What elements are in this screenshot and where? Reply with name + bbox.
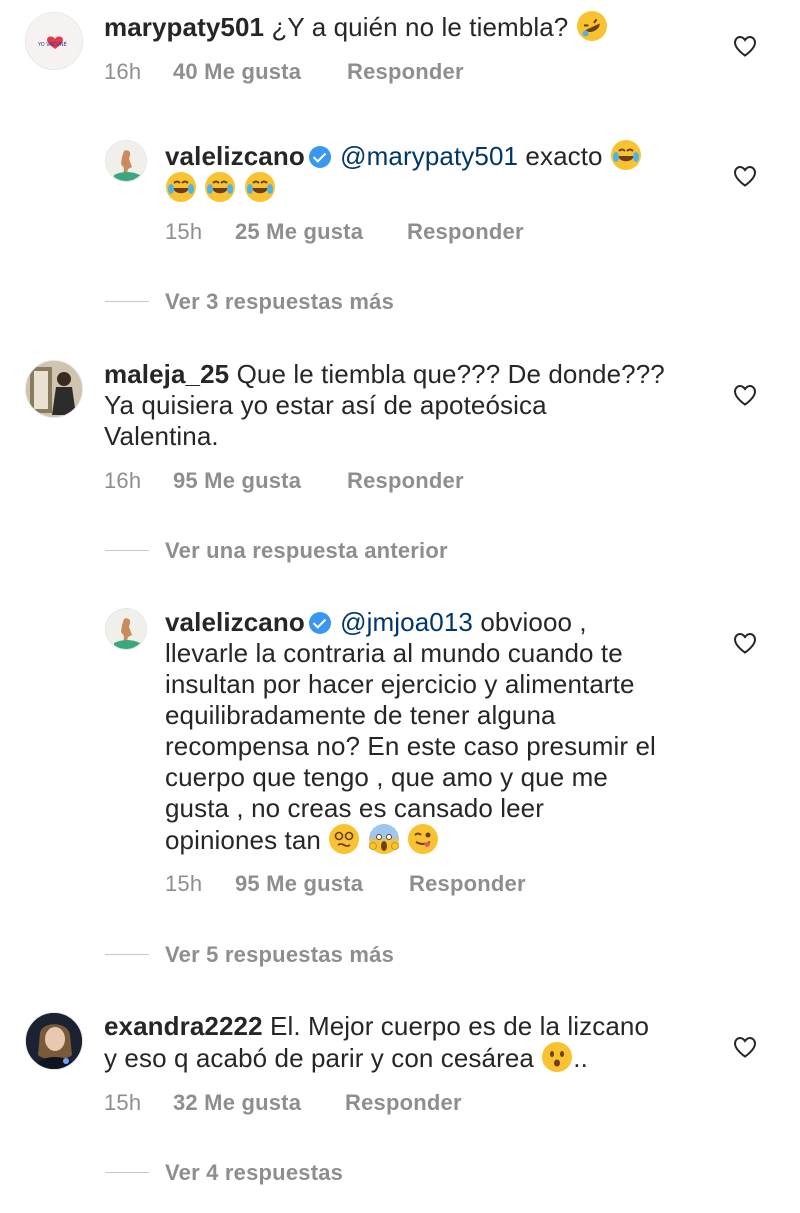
avatar[interactable] bbox=[105, 140, 147, 182]
comment-body: maleja_25 Que le tiembla que??? De donde… bbox=[104, 359, 724, 452]
comment-text-line: Valentina. bbox=[104, 421, 219, 451]
avatar[interactable] bbox=[105, 608, 147, 650]
comment-time: 16h bbox=[104, 59, 142, 84]
tears-of-joy-emoji-icon bbox=[610, 140, 641, 170]
verified-badge-icon bbox=[308, 612, 331, 634]
heart-icon[interactable] bbox=[733, 384, 757, 406]
comment-time: 15h bbox=[104, 1090, 142, 1115]
tears-of-joy-emoji-icon bbox=[166, 172, 196, 202]
comment-body: marypaty501 ¿Y a quién no le tiembla? bbox=[104, 11, 724, 43]
comment-text-line: llevarle la contraria al mundo cuando te bbox=[165, 638, 623, 668]
heart-icon[interactable] bbox=[733, 632, 757, 654]
reply-button[interactable]: Responder bbox=[409, 871, 526, 897]
comment-username[interactable]: maleja_25 bbox=[104, 359, 229, 389]
tears-of-joy-emoji-icon bbox=[244, 172, 275, 202]
comment-username[interactable]: valelizcano bbox=[165, 607, 305, 637]
comment-text-line: El. Mejor cuerpo es de la lizcano bbox=[270, 1011, 650, 1041]
comment-text: ¿Y a quién no le tiembla? bbox=[271, 12, 569, 42]
avatar[interactable] bbox=[25, 360, 83, 418]
divider bbox=[105, 1172, 149, 1173]
avatar-logo-text: YO VACUNÉ bbox=[37, 40, 67, 48]
comment-text-line: Ya quisiera yo estar así de apoteósica bbox=[104, 390, 547, 420]
reply-button[interactable]: Responder bbox=[347, 59, 464, 85]
divider bbox=[105, 550, 149, 551]
comment-text-line: Que le tiembla que??? De donde??? bbox=[236, 359, 665, 389]
comment-time: 16h bbox=[104, 468, 142, 493]
comment-text-line: recompensa no? En este caso presumir el bbox=[165, 731, 656, 761]
like-count[interactable]: 32 Me gusta bbox=[173, 1090, 301, 1116]
like-count[interactable]: 95 Me gusta bbox=[235, 871, 363, 897]
comment-text: exacto bbox=[525, 141, 603, 171]
comment-username[interactable]: exandra2222 bbox=[104, 1011, 263, 1041]
heart-icon[interactable] bbox=[733, 35, 757, 57]
comment-text-line: .. bbox=[573, 1043, 588, 1073]
comment-text-line: cuerpo que tengo , que amo y que me bbox=[165, 762, 608, 792]
comment-text-line: y eso q acabó de parir y con cesárea bbox=[104, 1043, 534, 1073]
verified-badge-icon bbox=[308, 146, 331, 168]
comment-text-line: gusta , no creas es cansado leer bbox=[165, 793, 544, 823]
like-count[interactable]: 25 Me gusta bbox=[235, 219, 363, 245]
comment-username[interactable]: marypaty501 bbox=[104, 12, 264, 42]
heart-icon[interactable] bbox=[733, 1036, 757, 1058]
comment-text-line: obviooo , bbox=[480, 607, 587, 637]
comment-body: valelizcano @jmjoa013 obviooo , llevarle… bbox=[165, 607, 725, 856]
mention-link[interactable]: @jmjoa013 bbox=[340, 607, 473, 637]
comment-time: 15h bbox=[165, 219, 203, 244]
like-count[interactable]: 40 Me gusta bbox=[173, 59, 301, 85]
heart-icon[interactable] bbox=[733, 165, 757, 187]
hushed-face-emoji-icon bbox=[542, 1042, 573, 1072]
screaming-face-emoji-icon bbox=[368, 824, 399, 854]
reply-button[interactable]: Responder bbox=[347, 468, 464, 494]
tears-of-joy-emoji-icon bbox=[205, 172, 236, 202]
like-count[interactable]: 95 Me gusta bbox=[173, 468, 301, 494]
view-more-label[interactable]: Ver 4 respuestas bbox=[165, 1160, 343, 1186]
mention-link[interactable]: @marypaty501 bbox=[340, 141, 518, 171]
comment-text-line: equilibradamente de tener alguna bbox=[165, 700, 556, 730]
comment-text-line: insultan por hacer ejercicio y alimentar… bbox=[165, 669, 635, 699]
divider bbox=[105, 301, 149, 302]
comment-username[interactable]: valelizcano bbox=[165, 141, 305, 171]
avatar[interactable] bbox=[25, 1012, 83, 1070]
avatar[interactable]: YO VACUNÉ bbox=[25, 12, 83, 70]
view-more-label[interactable]: Ver 3 respuestas más bbox=[165, 289, 394, 315]
comment-body: exandra2222 El. Mejor cuerpo es de la li… bbox=[104, 1011, 724, 1074]
reply-button[interactable]: Responder bbox=[345, 1090, 462, 1116]
woozy-face-emoji-icon bbox=[329, 824, 360, 854]
divider bbox=[105, 954, 149, 955]
winking-tongue-emoji-icon bbox=[407, 824, 438, 854]
view-more-label[interactable]: Ver una respuesta anterior bbox=[165, 538, 448, 564]
rolling-laughing-emoji-icon bbox=[576, 11, 607, 41]
comment-body: valelizcano @marypaty501 exacto bbox=[165, 140, 705, 204]
view-more-label[interactable]: Ver 5 respuestas más bbox=[165, 942, 394, 968]
comment-text-line: opiniones tan bbox=[165, 825, 321, 855]
comment-time: 15h bbox=[165, 871, 203, 896]
reply-button[interactable]: Responder bbox=[407, 219, 524, 245]
